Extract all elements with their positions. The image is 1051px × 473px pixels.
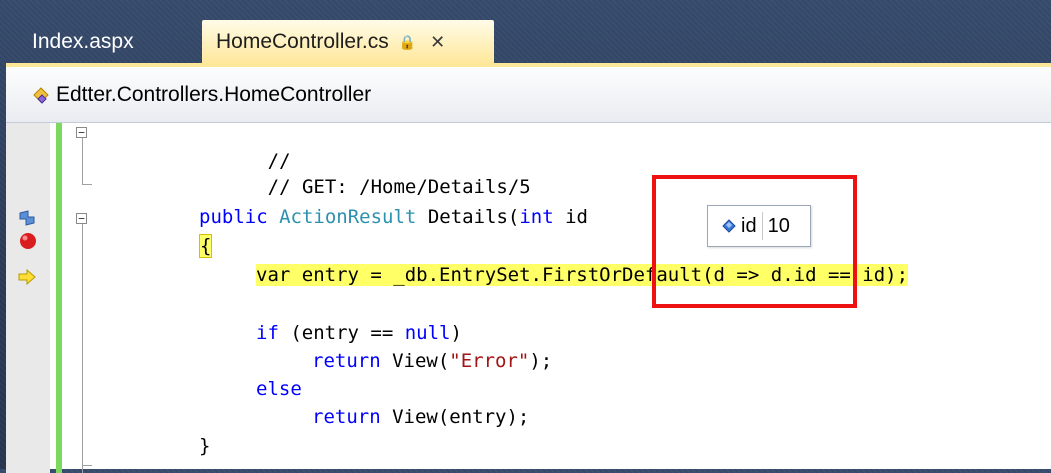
field-icon [722, 219, 736, 233]
tab-index-aspx[interactable]: Index.aspx [6, 20, 196, 64]
lock-icon: 🔒 [398, 33, 417, 50]
datatip-name: id [741, 214, 757, 237]
class-icon [33, 86, 49, 104]
close-icon[interactable]: ✕ [430, 32, 445, 53]
code-line-method-signature: public ActionResult Details(int id [199, 206, 588, 228]
tab-label: HomeController.cs [216, 30, 389, 53]
code-line-if: if (entry == null) [256, 322, 462, 344]
code-line-close-brace: } [199, 435, 211, 457]
datatip-separator [761, 212, 763, 240]
code-line-else: else [256, 378, 302, 400]
debug-datatip[interactable]: id 10 [707, 205, 811, 247]
code-line-current-statement: var entry = _db.EntrySet.FirstOrDefault(… [256, 264, 909, 286]
code-line-comment: // GET: /Home/Details/5 [267, 176, 531, 198]
code-area[interactable]: // // GET: /Home/Details/5 public Action… [6, 123, 1051, 473]
code-line-open-brace: { [199, 234, 213, 258]
code-line-return-entry: return View(entry); [312, 406, 530, 428]
type-navigation-dropdown[interactable]: Edtter.Controllers.HomeController [6, 67, 1051, 123]
tab-label: Index.aspx [32, 30, 134, 53]
document-tab-bar: Index.aspx HomeController.cs 🔒 ✕ [0, 0, 1051, 64]
class-name-label: Edtter.Controllers.HomeController [56, 82, 372, 106]
tab-homecontroller-cs[interactable]: HomeController.cs 🔒 ✕ [202, 20, 494, 64]
code-line-comment: // [267, 150, 291, 172]
code-line-return-error: return View("Error"); [312, 350, 553, 372]
code-editor[interactable]: Edtter.Controllers.HomeController − − //… [6, 63, 1051, 473]
datatip-value[interactable]: 10 [768, 215, 790, 238]
